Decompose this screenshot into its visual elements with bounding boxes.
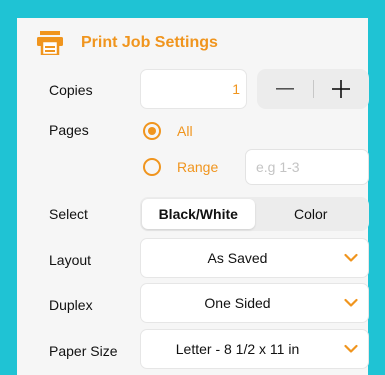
duplex-value: One Sided — [204, 295, 271, 311]
paper-size-select[interactable]: Letter - 8 1/2 x 11 in — [140, 329, 369, 369]
chevron-down-icon — [344, 298, 358, 307]
duplex-label: Duplex — [49, 297, 93, 313]
layout-select[interactable]: As Saved — [140, 238, 369, 278]
pages-all-radio[interactable] — [143, 122, 161, 140]
select-label: Select — [49, 206, 88, 222]
pages-range-label[interactable]: Range — [177, 159, 218, 175]
color-mode-segmented-control[interactable]: Black/White Color — [140, 197, 369, 231]
copies-label: Copies — [49, 82, 93, 98]
pages-range-radio[interactable] — [143, 158, 161, 176]
decrement-button[interactable] — [257, 69, 313, 109]
chevron-down-icon — [344, 253, 358, 262]
page-title: Print Job Settings — [81, 34, 218, 51]
pages-all-label[interactable]: All — [177, 123, 193, 139]
paper-size-label: Paper Size — [49, 343, 118, 359]
color-option[interactable]: Color — [255, 199, 368, 229]
duplex-select[interactable]: One Sided — [140, 283, 369, 323]
layout-value: As Saved — [207, 250, 268, 266]
printer-icon — [37, 31, 63, 55]
print-settings-panel: Print Job Settings Copies 1 Pages All Ra… — [17, 18, 369, 375]
radio-selected-dot — [148, 127, 156, 135]
copies-stepper[interactable] — [257, 69, 369, 109]
increment-button[interactable] — [314, 69, 370, 109]
range-input[interactable] — [245, 149, 369, 185]
copies-value: 1 — [232, 81, 240, 97]
copies-input[interactable]: 1 — [140, 69, 247, 109]
minus-icon — [275, 88, 294, 90]
layout-label: Layout — [49, 252, 92, 268]
panel-header: Print Job Settings — [37, 31, 218, 55]
paper-size-value: Letter - 8 1/2 x 11 in — [175, 341, 300, 357]
pages-label: Pages — [49, 122, 89, 138]
chevron-down-icon — [344, 344, 358, 353]
plus-icon — [332, 80, 351, 98]
black-white-option[interactable]: Black/White — [142, 199, 255, 229]
